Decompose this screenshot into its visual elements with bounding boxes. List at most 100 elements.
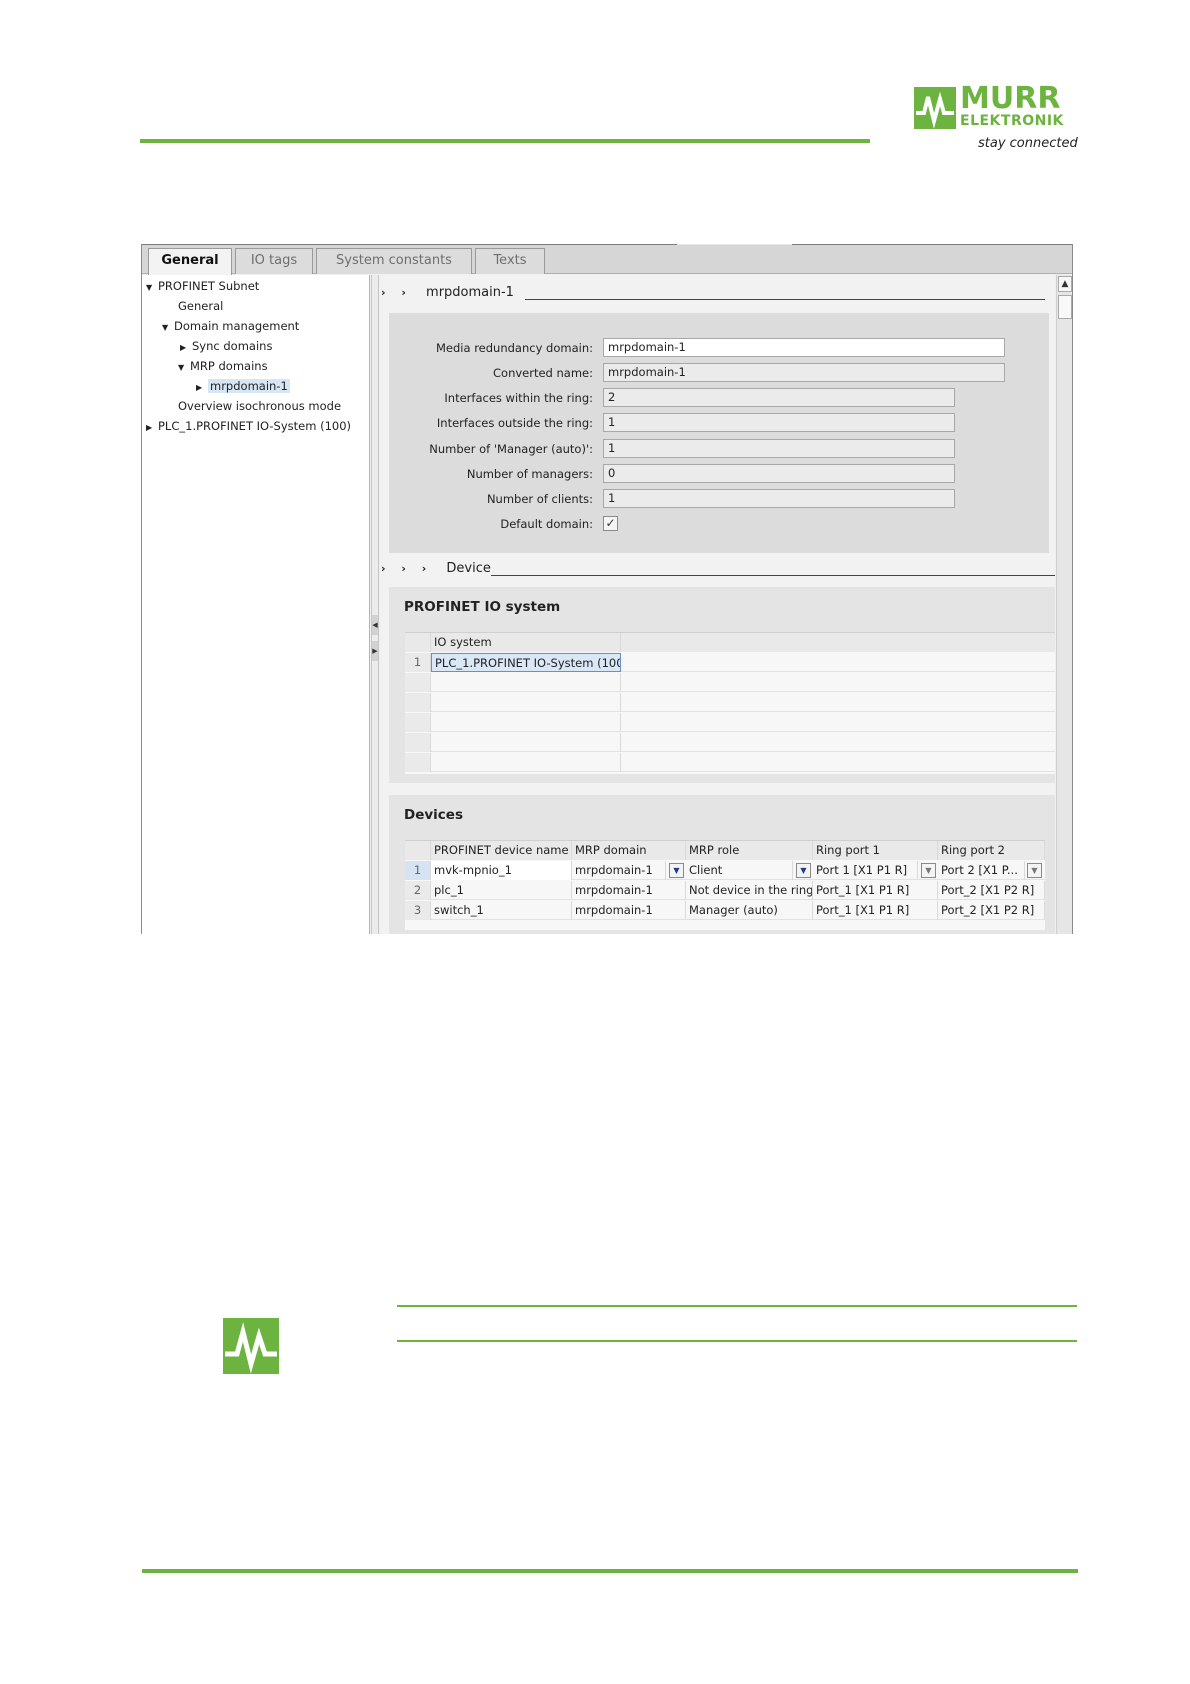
header-rule (140, 139, 870, 143)
tree-item-mrpdomain-1[interactable]: ▶ mrpdomain-1 (196, 377, 290, 395)
table-header-row: IO system (405, 633, 1055, 652)
logo-brand-bottom: ELEKTRONIK (960, 113, 1064, 129)
number-of-managers-field: 0 (603, 464, 955, 483)
murrelektronik-logo: MURR ELEKTRONIK stay connected (912, 81, 1078, 155)
mrp-role-cell[interactable]: Client (686, 861, 793, 880)
converted-name-field: mrpdomain-1 (603, 363, 1005, 382)
collapsed-arrow-icon[interactable]: ▶ (146, 419, 158, 437)
vertical-scrollbar[interactable]: ▲ (1056, 275, 1072, 934)
ring-port-1-cell[interactable]: Port 1 [X1 P1 R] (813, 861, 918, 880)
ring-port-2-dropdown-icon[interactable]: ▼ (1027, 863, 1042, 878)
logo-slogan: stay connected (978, 136, 1078, 151)
ring-port-2-cell[interactable]: Port_2 [X1 P2 R] (938, 881, 1045, 900)
number-manager-auto-field: 1 (603, 439, 955, 458)
device-name-cell[interactable]: switch_1 (431, 901, 572, 920)
properties-content: › › mrpdomain-1 Media redundancy domain:… (381, 275, 1055, 934)
scroll-thumb[interactable] (1058, 295, 1072, 319)
tree-item-overview-isochronous-mode[interactable]: Overview isochronous mode (178, 397, 341, 415)
note-rule-bottom (397, 1340, 1077, 1342)
prop-row-number-of-clients: Number of clients: 1 (389, 489, 1049, 509)
table-row-empty (405, 713, 1055, 732)
table-row-empty (405, 673, 1055, 692)
mrp-domain-cell[interactable]: mrpdomain-1 (572, 881, 686, 900)
table-row[interactable]: 2 plc_1 mrpdomain-1 Not device in the ri… (405, 881, 1045, 900)
collapsed-arrow-icon[interactable]: ▶ (180, 339, 192, 357)
ring-port-2-cell[interactable]: Port_2 [X1 P2 R] (938, 901, 1045, 920)
tree-item-profinet-subnet[interactable]: ▼ PROFINET Subnet (146, 277, 259, 295)
device-name-cell[interactable]: mvk-mpnio_1 (431, 861, 572, 880)
window-top-border (142, 244, 1072, 245)
section-title-mrpdomain: mrpdomain-1 (426, 285, 514, 300)
default-domain-checkbox[interactable]: ✓ (603, 516, 618, 531)
column-header-mrp-domain[interactable]: MRP domain (572, 841, 686, 860)
mrp-domain-dropdown-icon[interactable]: ▼ (669, 863, 684, 878)
tab-texts[interactable]: Texts (475, 248, 545, 274)
scroll-up-icon[interactable]: ▲ (1058, 276, 1072, 292)
section-header-mrpdomain: › › mrpdomain-1 (381, 285, 1045, 305)
tab-io-tags[interactable]: IO tags (235, 248, 313, 274)
tree-item-domain-management[interactable]: ▼ Domain management (162, 317, 299, 335)
number-of-clients-field: 1 (603, 489, 955, 508)
expanded-arrow-icon[interactable]: ▼ (178, 359, 190, 377)
table-row[interactable]: 1 mvk-mpnio_1 mrpdomain-1 ▼ Client ▼ Por… (405, 861, 1045, 880)
mrp-domain-cell[interactable]: mrpdomain-1 (572, 901, 686, 920)
section-title-device: Device (446, 561, 491, 576)
column-header-mrp-role[interactable]: MRP role (686, 841, 813, 860)
ring-port-1-cell[interactable]: Port_1 [X1 P1 R] (813, 901, 938, 920)
io-system-cell[interactable]: PLC_1.PROFINET IO-System (100) (431, 653, 621, 672)
devices-table: PROFINET device name MRP domain MRP role… (405, 840, 1045, 930)
expand-right-icon[interactable]: ▶ (372, 641, 378, 661)
ring-port-1-dropdown-icon[interactable]: ▼ (921, 863, 936, 878)
mrp-role-cell[interactable]: Manager (auto) (686, 901, 813, 920)
table-row-empty (405, 693, 1055, 712)
panel-title-devices: Devices (404, 807, 463, 823)
collapse-left-icon[interactable]: ◀ (372, 615, 378, 635)
breadcrumb-chevrons: › › › (381, 562, 433, 575)
inspector-window-screenshot: General IO tags System constants Texts ▼… (141, 244, 1073, 934)
window-top-gap (677, 244, 792, 245)
table-row[interactable]: 3 switch_1 mrpdomain-1 Manager (auto) Po… (405, 901, 1045, 920)
mrp-role-cell[interactable]: Not device in the ring (686, 881, 813, 900)
tab-bar: General IO tags System constants Texts (142, 244, 1072, 275)
expanded-arrow-icon[interactable]: ▼ (146, 279, 158, 297)
tree-item-general[interactable]: General (178, 297, 223, 315)
column-header-ring-port-2[interactable]: Ring port 2 (938, 841, 1045, 860)
mrp-domain-cell[interactable]: mrpdomain-1 (572, 861, 666, 880)
io-system-table: IO system 1 PLC_1.PROFINET IO-System (10… (405, 632, 1055, 774)
column-header-device-name[interactable]: PROFINET device name (431, 841, 572, 860)
column-header-ring-port-1[interactable]: Ring port 1 (813, 841, 938, 860)
prop-row-default-domain: Default domain: ✓ (389, 514, 1049, 534)
logo-brand-top: MURR (960, 81, 1061, 116)
column-header-io-system[interactable]: IO system (431, 633, 621, 652)
navigation-tree: ▼ PROFINET Subnet General ▼ Domain managem… (142, 275, 370, 934)
devices-panel: Devices PROFINET device name MRP domain … (389, 795, 1055, 934)
table-row[interactable]: 1 PLC_1.PROFINET IO-System (100) (405, 653, 1055, 672)
media-redundancy-domain-input[interactable]: mrpdomain-1 (603, 338, 1005, 357)
interfaces-within-ring-field: 2 (603, 388, 955, 407)
ring-port-1-cell[interactable]: Port_1 [X1 P1 R] (813, 881, 938, 900)
ring-port-2-cell[interactable]: Port 2 [X1 P... (938, 861, 1025, 880)
expanded-arrow-icon[interactable]: ▼ (162, 319, 174, 337)
section-header-device: › › › Device (381, 561, 1055, 581)
table-row-empty (405, 733, 1055, 752)
mrp-role-dropdown-icon[interactable]: ▼ (796, 863, 811, 878)
tab-system-constants[interactable]: System constants (316, 248, 472, 274)
prop-row-media-redundancy-domain: Media redundancy domain: mrpdomain-1 (389, 338, 1049, 358)
section-divider (491, 575, 1055, 576)
murr-note-icon (223, 1318, 279, 1374)
pane-splitter[interactable]: ◀ ▶ (371, 275, 379, 934)
interfaces-outside-ring-field: 1 (603, 413, 955, 432)
footer-rule (142, 1569, 1078, 1573)
tree-item-plc-io-system[interactable]: ▶ PLC_1.PROFINET IO-System (100) (146, 417, 351, 435)
breadcrumb-chevrons: › › (381, 286, 412, 299)
logo-mark-icon (914, 87, 956, 129)
tree-item-mrp-domains[interactable]: ▼ MRP domains (178, 357, 268, 375)
collapsed-arrow-icon[interactable]: ▶ (196, 379, 208, 397)
note-rule-top (397, 1305, 1077, 1307)
device-name-cell[interactable]: plc_1 (431, 881, 572, 900)
section-divider (525, 299, 1045, 300)
prop-row-number-manager-auto: Number of 'Manager (auto)': 1 (389, 439, 1049, 459)
tree-item-sync-domains[interactable]: ▶ Sync domains (180, 337, 272, 355)
panel-title-io-system: PROFINET IO system (404, 599, 561, 615)
tab-general[interactable]: General (148, 248, 232, 275)
